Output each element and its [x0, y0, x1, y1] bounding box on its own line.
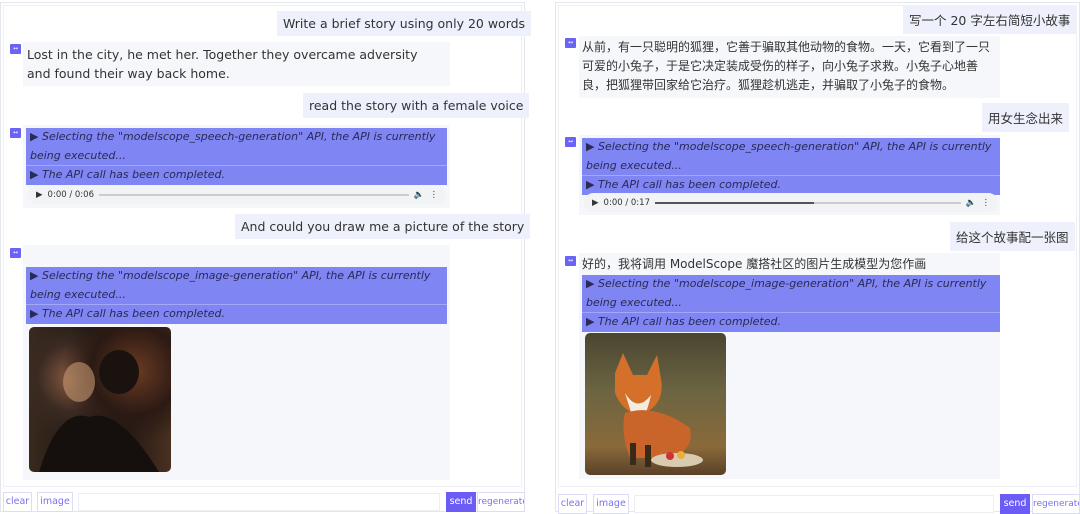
- couple-illustration: [39, 350, 159, 472]
- play-icon[interactable]: ▶: [592, 198, 599, 208]
- user-message: 写一个 20 字左右简短小故事: [903, 5, 1077, 34]
- fox-illustration: [615, 353, 703, 467]
- more-options-icon[interactable]: ⋮: [430, 190, 439, 200]
- api-step-completed[interactable]: ▶ The API call has been completed.: [26, 304, 447, 324]
- image-button[interactable]: image: [37, 492, 73, 512]
- user-message: 用女生念出来: [982, 103, 1070, 132]
- bot-message-text: Lost in the city, he met her. Together t…: [27, 47, 418, 81]
- api-step-completed[interactable]: ▶ The API call has been completed.: [26, 165, 447, 185]
- api-step-completed[interactable]: ▶ The API call has been completed.: [582, 175, 1000, 195]
- bot-avatar-icon: ↔: [565, 38, 576, 48]
- regenerate-button[interactable]: regenerate: [477, 492, 525, 512]
- api-step-selecting[interactable]: ▶ Selecting the "modelscope_speech-gener…: [582, 138, 1000, 175]
- volume-icon[interactable]: 🔈: [966, 198, 977, 208]
- send-button[interactable]: send: [1000, 494, 1030, 514]
- bot-avatar-icon: ↔: [10, 44, 21, 54]
- user-message: And could you draw me a picture of the s…: [235, 214, 531, 239]
- play-icon[interactable]: ▶: [36, 190, 43, 200]
- audio-player[interactable]: ▶ 0:00 / 0:17 🔈 ⋮: [584, 193, 998, 212]
- api-call-log: ▶ Selecting the "modelscope_image-genera…: [26, 267, 447, 324]
- bot-avatar-icon: ↔: [565, 137, 576, 147]
- send-button[interactable]: send: [446, 492, 476, 512]
- audio-time: 0:00 / 0:17: [603, 197, 650, 208]
- regenerate-button[interactable]: regenerate: [1032, 494, 1080, 514]
- user-message: Write a brief story using only 20 words: [277, 11, 532, 36]
- api-call-log: ▶ Selecting the "modelscope_image-genera…: [582, 275, 1000, 332]
- user-message: read the story with a female voice: [303, 93, 530, 118]
- audio-time: 0:00 / 0:06: [47, 189, 94, 200]
- user-message: 给这个故事配一张图: [950, 222, 1075, 251]
- api-step-selecting[interactable]: ▶ Selecting the "modelscope_speech-gener…: [26, 128, 447, 165]
- clear-button[interactable]: clear: [558, 494, 587, 514]
- bot-avatar-icon: ↔: [565, 256, 576, 266]
- bot-avatar-icon: ↔: [10, 128, 21, 138]
- api-step-selecting[interactable]: ▶ Selecting the "modelscope_image-genera…: [26, 267, 447, 304]
- volume-icon[interactable]: 🔈: [414, 190, 425, 200]
- generated-image-couple[interactable]: [29, 327, 171, 472]
- audio-seek-bar[interactable]: [655, 201, 961, 204]
- api-step-selecting[interactable]: ▶ Selecting the "modelscope_image-genera…: [582, 275, 1000, 312]
- message-input[interactable]: [78, 493, 440, 511]
- clear-button[interactable]: clear: [3, 492, 32, 512]
- api-call-log: ▶ Selecting the "modelscope_speech-gener…: [582, 138, 1000, 195]
- audio-progress: [655, 201, 815, 204]
- audio-seek-bar[interactable]: [99, 193, 409, 196]
- audio-player[interactable]: ▶ 0:00 / 0:06 🔈 ⋮: [28, 185, 446, 204]
- api-step-completed[interactable]: ▶ The API call has been completed.: [582, 312, 1000, 332]
- bot-avatar-icon: ↔: [10, 248, 21, 258]
- image-button[interactable]: image: [593, 494, 629, 514]
- api-call-log: ▶ Selecting the "modelscope_speech-gener…: [26, 128, 447, 185]
- bot-message-text: 从前，有一只聪明的狐狸，它善于骗取其他动物的食物。一天，它看到了一只可爱的小兔子…: [582, 40, 991, 92]
- bot-message-text: 好的，我将调用 ModelScope 魔搭社区的图片生成模型为您作画: [582, 257, 927, 271]
- more-options-icon[interactable]: ⋮: [982, 198, 991, 208]
- message-input[interactable]: [634, 495, 994, 513]
- generated-image-fox[interactable]: [585, 333, 726, 475]
